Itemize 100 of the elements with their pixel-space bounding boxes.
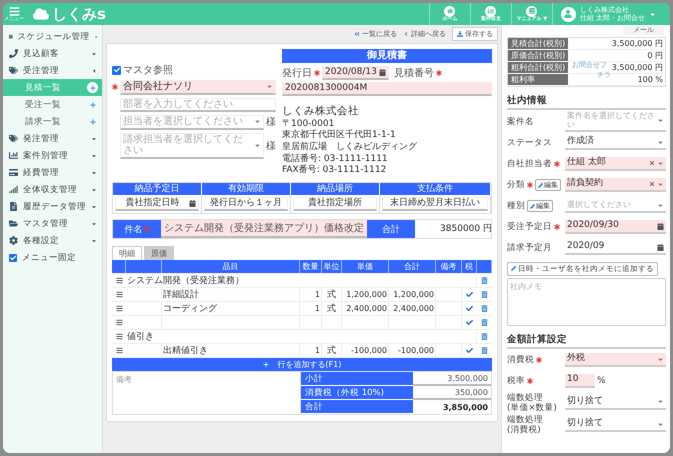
amount-field[interactable]: 350,000 bbox=[413, 386, 491, 400]
calendar-icon[interactable] bbox=[657, 222, 664, 230]
drag-handle-icon[interactable] bbox=[116, 291, 122, 298]
item-name: コーディング bbox=[162, 302, 300, 316]
tab[interactable]: 明細 bbox=[112, 246, 142, 260]
customer-select[interactable]: 合同会社ナソリ bbox=[120, 80, 276, 94]
group-name: 値引き bbox=[126, 330, 477, 344]
issue-date-label: 発行日 bbox=[282, 67, 312, 80]
select-field[interactable]: 請負契約 bbox=[565, 178, 666, 192]
sidebar-item[interactable]: 各種設定 bbox=[3, 232, 102, 249]
item-name: 詳細設計 bbox=[162, 288, 300, 302]
subject-field[interactable]: システム開発（受発注業務アプリ）価格改定 bbox=[161, 220, 367, 238]
tab[interactable]: 原価 bbox=[144, 246, 174, 260]
sidebar-subitem[interactable]: 受注一覧 bbox=[3, 96, 102, 113]
check-icon[interactable] bbox=[466, 347, 473, 354]
sidebar-item[interactable]: 発注管理 bbox=[3, 130, 102, 147]
trash-icon[interactable] bbox=[481, 333, 488, 340]
caret-icon bbox=[657, 180, 664, 188]
field-label: 案件名 bbox=[507, 116, 534, 127]
caret-icon bbox=[657, 398, 664, 406]
sidebar-item[interactable]: スケジュール管理 bbox=[3, 28, 102, 45]
add-row-button[interactable]: + 行を追加する(F1) bbox=[112, 358, 492, 372]
add-button[interactable] bbox=[87, 82, 98, 93]
sidebar-item[interactable]: 案件別管理 bbox=[3, 147, 102, 164]
check-icon[interactable] bbox=[466, 319, 473, 326]
sidebar-item[interactable]: 見込顧客 bbox=[3, 45, 102, 62]
date-field[interactable]: 貴社指定日時 bbox=[115, 197, 199, 212]
rate-field[interactable]: 10 bbox=[565, 374, 595, 388]
select-field[interactable]: 切り捨て bbox=[565, 396, 666, 410]
price-cell: 2,400,000 bbox=[342, 302, 389, 316]
check-icon[interactable] bbox=[466, 291, 473, 298]
text-field[interactable]: 末日締め翌月末日払い bbox=[382, 197, 488, 212]
checkbox[interactable] bbox=[112, 66, 121, 74]
checkbox[interactable] bbox=[9, 254, 17, 262]
pencil-icon bbox=[538, 182, 543, 188]
sidebar-item[interactable]: 受注管理 bbox=[3, 62, 102, 79]
select-field[interactable]: 外税 bbox=[565, 353, 666, 368]
date-field[interactable]: 2020/08/13 bbox=[322, 66, 389, 80]
bar-chart-icon bbox=[9, 151, 18, 160]
sidebar-item[interactable]: マスタ管理 bbox=[3, 215, 102, 232]
summary-label: 見積合計(税別) bbox=[508, 38, 568, 50]
date-field[interactable]: 2020/09/30 bbox=[565, 220, 666, 234]
unit-cell: 式 bbox=[322, 288, 342, 302]
subject-label: 件名 bbox=[124, 224, 142, 236]
text-field[interactable]: 貴社指定場所 bbox=[292, 197, 377, 212]
issuer-name: しくみ株式会社 bbox=[282, 105, 360, 119]
unit-cell: 式 bbox=[322, 302, 342, 316]
quantity-cell: 1 bbox=[300, 302, 322, 316]
field-label: 分類 bbox=[507, 180, 525, 190]
drag-handle-icon[interactable] bbox=[116, 277, 122, 284]
calendar-icon[interactable] bbox=[188, 200, 196, 208]
calendar-icon[interactable] bbox=[378, 69, 386, 76]
caret-icon bbox=[657, 202, 664, 209]
tag-icon bbox=[9, 134, 18, 143]
trash-icon[interactable] bbox=[481, 277, 488, 284]
sidebar-subitem[interactable]: 請求一覧 bbox=[3, 113, 102, 130]
unit-label: % bbox=[597, 376, 606, 386]
logo-text: しくみs bbox=[52, 4, 106, 24]
calendar-icon[interactable] bbox=[657, 244, 664, 251]
book-icon bbox=[528, 8, 535, 14]
caret-icon bbox=[657, 420, 664, 428]
trash-icon[interactable] bbox=[481, 347, 488, 354]
clear-icon[interactable] bbox=[649, 181, 655, 188]
trash-icon[interactable] bbox=[481, 291, 488, 298]
pencil-icon bbox=[530, 204, 535, 209]
sidebar-item[interactable]: 全体収支管理 bbox=[3, 181, 102, 198]
column-header: 単位 bbox=[322, 260, 342, 274]
sidebar-item[interactable]: 経費管理 bbox=[3, 164, 102, 181]
chevron-icon bbox=[403, 31, 409, 37]
clear-icon[interactable] bbox=[649, 160, 655, 166]
card-icon bbox=[9, 168, 18, 177]
drag-handle-icon[interactable] bbox=[116, 319, 122, 326]
caret-icon bbox=[254, 142, 261, 148]
issuer-line: 東京都千代田区千代田1-1-1 bbox=[282, 130, 397, 142]
amount-field[interactable]: 3,500,000 bbox=[413, 372, 491, 386]
drag-handle-icon[interactable] bbox=[116, 305, 122, 312]
select-field[interactable]: 作成済 bbox=[565, 136, 666, 150]
drag-handle-icon[interactable] bbox=[116, 347, 122, 354]
issuer-line: 皇居前広場 しくみビルディング bbox=[282, 142, 418, 154]
menu-pin-label: メニュー固定 bbox=[22, 252, 76, 264]
trash-icon[interactable] bbox=[481, 305, 488, 312]
check-icon[interactable] bbox=[466, 305, 473, 312]
section-heading: 金額計算設定 bbox=[507, 330, 666, 349]
text-field[interactable]: 発行日から１ヶ月 bbox=[204, 197, 288, 212]
issuer-line: 〒100-0001 bbox=[282, 118, 336, 130]
sidebar-item[interactable]: 履歴データ管理 bbox=[3, 198, 102, 215]
select-field[interactable]: 仕組 太郎 bbox=[565, 157, 666, 172]
total-value: 3850000 円 bbox=[439, 223, 493, 236]
summary-value: 3,500,000 円 bbox=[568, 38, 665, 50]
caret-icon bbox=[266, 83, 273, 90]
drag-handle-icon[interactable] bbox=[116, 333, 122, 340]
column-header: 合計 bbox=[389, 260, 436, 274]
trash-icon[interactable] bbox=[481, 319, 488, 326]
tag-icon bbox=[9, 66, 18, 75]
quantity-cell: 1 bbox=[300, 344, 322, 358]
total-value: 3,850,000 bbox=[442, 402, 489, 414]
date-field[interactable]: 2020/09 bbox=[565, 241, 666, 256]
select-field[interactable]: 切り捨て bbox=[565, 418, 666, 432]
number-field[interactable]: 2020081300004M bbox=[282, 82, 492, 96]
field-label: 税率 bbox=[507, 376, 525, 386]
